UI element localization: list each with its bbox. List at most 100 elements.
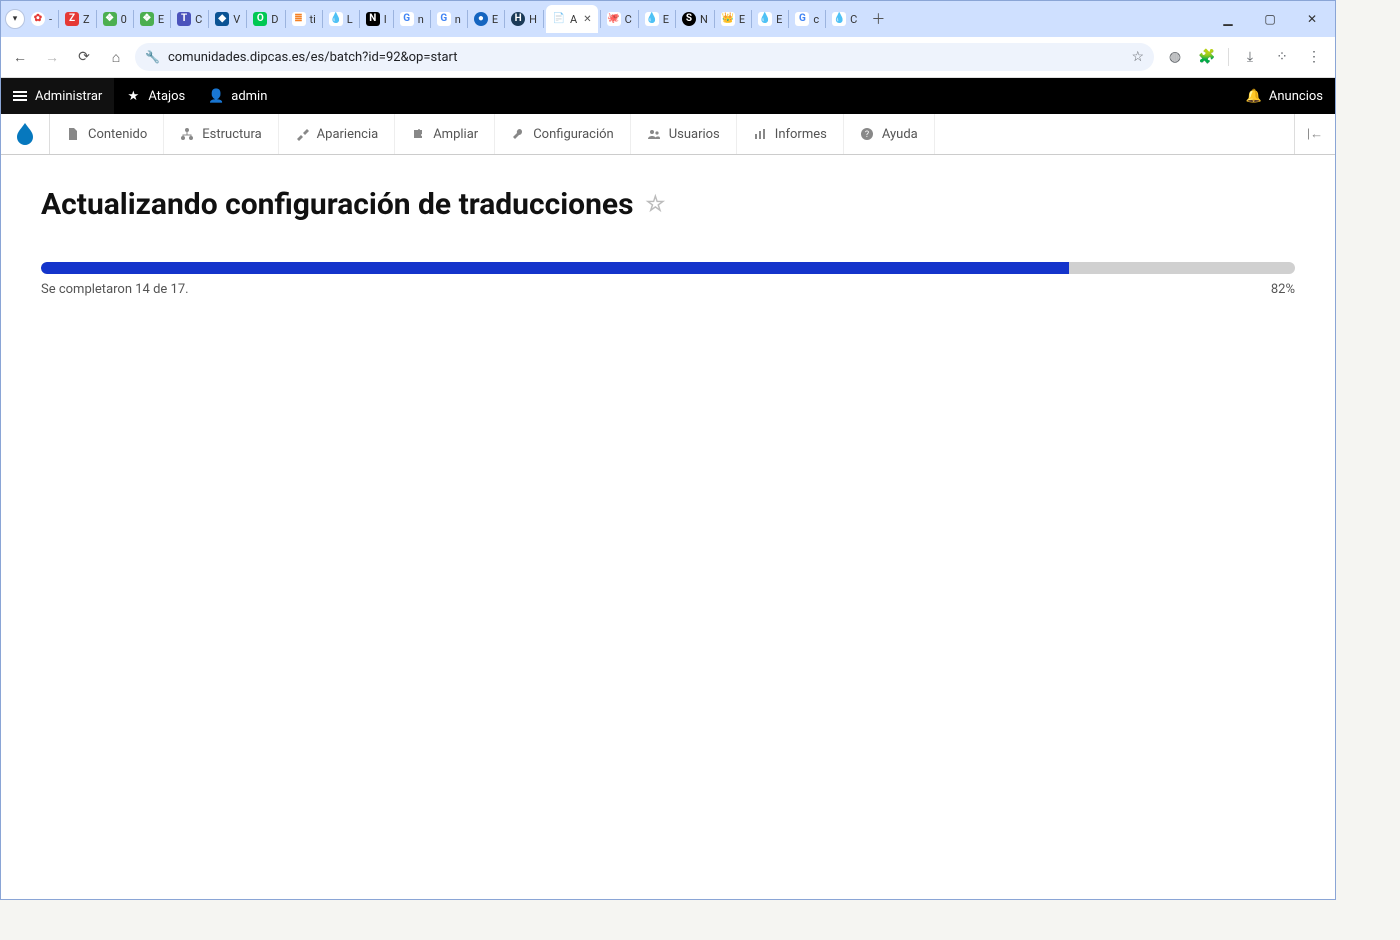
brush-icon [295,127,309,141]
tab-label: - [49,13,52,26]
window-close-button[interactable]: ✕ [1301,8,1323,30]
tab-favicon-icon: 💧 [758,12,772,26]
drupal-drop-icon [16,123,34,145]
page-title-wrap: Actualizando configuración de traduccion… [41,187,1295,222]
browser-tab[interactable]: ZZ [61,5,94,33]
announcements-menu[interactable]: 🔔 Anuncios [1235,78,1335,114]
nav-label: Configuración [533,127,614,142]
tab-favicon-icon: 💧 [832,12,846,26]
file-icon [66,127,80,141]
extensions-puzzle-icon[interactable]: 🧩 [1196,46,1218,68]
home-button[interactable]: ⌂ [103,44,129,70]
tab-separator [322,10,323,28]
tab-close-icon[interactable]: ✕ [583,14,591,25]
window-maximize-button[interactable]: ▢ [1259,8,1281,30]
manage-label: Administrar [35,89,102,104]
sitemap-icon [180,127,194,141]
site-info-icon[interactable]: 🔧 [145,50,160,64]
tab-favicon-icon: S [682,12,696,26]
browser-tab[interactable]: 💧L [325,5,357,33]
users-icon [647,127,661,141]
tab-label: V [233,13,240,26]
new-tab-button[interactable]: ＋ [867,7,889,31]
browser-tab[interactable]: 💧E [641,5,673,33]
progress-percent: 82% [1271,282,1295,297]
browser-tab[interactable]: OD [249,5,282,33]
nav-ayuda[interactable]: ?Ayuda [844,114,935,154]
wrench-icon [511,127,525,141]
tab-favicon-icon: 📄 [552,12,566,26]
forward-button[interactable]: → [39,44,65,70]
tab-label: C [195,13,202,26]
tab-label: E [663,13,669,26]
tab-favicon-icon: ❖ [140,12,154,26]
browser-tab[interactable]: ≣ ti [288,5,320,33]
browser-tab[interactable]: ●E [470,5,502,33]
nav-label: Contenido [88,127,147,142]
favorite-star-icon[interactable]: ☆ [646,192,666,217]
browser-tab[interactable]: TC [173,5,206,33]
svg-text:?: ? [865,130,869,140]
browser-tab[interactable]: Gc [791,5,823,33]
window-controls: ▁ ▢ ✕ [1217,8,1331,30]
browser-tab[interactable]: 🐙C [603,5,636,33]
nav-apariencia[interactable]: Apariencia [279,114,396,154]
nav-estructura[interactable]: Estructura [164,114,278,154]
tab-separator [638,10,639,28]
toolbar-collapse-button[interactable]: |← [1294,114,1335,154]
tab-separator [714,10,715,28]
tab-search-button[interactable]: ▾ [5,9,25,29]
nav-informes[interactable]: Informes [737,114,844,154]
nav-ampliar[interactable]: Ampliar [395,114,495,154]
page-title: Actualizando configuración de traduccion… [41,187,634,222]
chrome-menu-icon[interactable]: ⋮ [1303,46,1325,68]
browser-tab[interactable]: Gn [396,5,428,33]
browser-tab[interactable]: 📄A✕ [546,5,598,33]
browser-tab[interactable]: 💧E [754,5,786,33]
browser-tab[interactable]: HH [507,5,541,33]
user-menu[interactable]: 👤 admin [197,78,279,114]
browser-tab[interactable]: 👑E [717,5,749,33]
tab-favicon-icon: H [511,12,525,26]
manage-menu[interactable]: Administrar [1,78,114,114]
tab-label: ti [310,13,316,26]
drupal-logo-icon[interactable] [1,114,50,154]
tab-label: N [700,13,708,26]
tab-favicon-icon: ❖ [103,12,117,26]
tab-separator [467,10,468,28]
nav-usuarios[interactable]: Usuarios [631,114,737,154]
browser-tab[interactable]: ◆V [211,5,244,33]
browser-tab[interactable]: ✿- [27,5,56,33]
nav-configuración[interactable]: Configuración [495,114,631,154]
browser-tab[interactable]: ❖0 [99,5,131,33]
tab-label: c [813,13,819,26]
browser-tab[interactable]: 💧C [828,5,861,33]
tab-label: E [776,13,782,26]
shortcuts-menu[interactable]: ★ Atajos [114,78,197,114]
browser-tab[interactable]: SN [678,5,712,33]
window-minimize-button[interactable]: ▁ [1217,8,1239,30]
reload-button[interactable]: ⟳ [71,44,97,70]
extension-icon[interactable]: ◍ [1164,46,1186,68]
tab-favicon-icon: N [366,12,380,26]
address-bar[interactable]: 🔧 comunidades.dipcas.es/es/batch?id=92&o… [135,43,1154,71]
browser-tab[interactable]: NI [362,5,391,33]
bell-icon: 🔔 [1247,89,1261,104]
back-button[interactable]: ← [7,44,33,70]
browser-tab[interactable]: ❖E [136,5,168,33]
bookmark-star-icon[interactable]: ☆ [1131,49,1144,65]
downloads-icon[interactable]: ⤓ [1239,46,1261,68]
nav-contenido[interactable]: Contenido [50,114,164,154]
tab-favicon-icon: ≣ [292,12,306,26]
tab-label: E [158,13,164,26]
profile-icon[interactable]: ⁘ [1271,46,1293,68]
hamburger-icon [13,95,27,97]
tab-favicon-icon: G [437,12,451,26]
puzzle-icon [411,127,425,141]
browser-tabstrip: ▾ ✿-ZZ❖0❖ETC◆VOD≣ti💧LNIGnGn●EHH📄A✕🐙C💧ESN… [1,1,1335,37]
nav-label: Estructura [202,127,261,142]
user-icon: 👤 [209,89,223,104]
tab-separator [825,10,826,28]
browser-tab[interactable]: Gn [433,5,465,33]
tab-separator [170,10,171,28]
